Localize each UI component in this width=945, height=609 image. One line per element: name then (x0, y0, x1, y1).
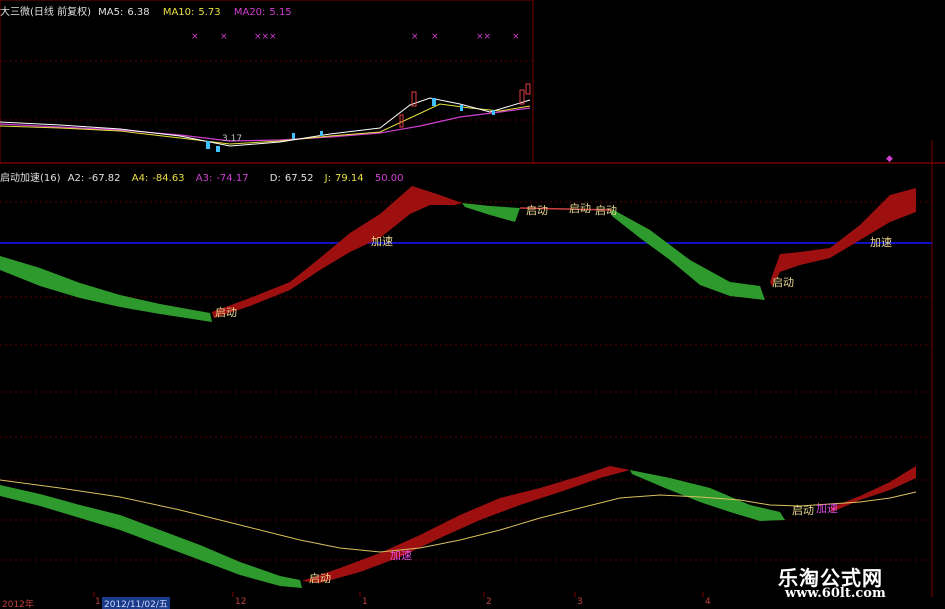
signal-mark: × (220, 32, 228, 42)
signal-mark: ◆ (886, 154, 893, 164)
ribbon-bull-segment (770, 188, 916, 286)
d-value: 67.52 (284, 173, 314, 184)
candle (460, 105, 463, 111)
time-axis-label: 3 (577, 597, 583, 607)
signal-mark: × (431, 32, 439, 42)
ribbon-bull-segment (212, 186, 462, 318)
indicator-name: 启动加速(16) (0, 173, 61, 184)
time-axis-label: 1 (362, 597, 368, 607)
price-marker: 3.17 (222, 134, 242, 144)
candle (399, 114, 404, 128)
chart-canvas[interactable]: × × ××× × × ×× × ◆ 3.17 启动 加速 启动 启动 启动 启… (0, 0, 945, 609)
j-label: J: (324, 173, 331, 184)
start-label-3: 启动 (569, 202, 591, 215)
level-value: 50.00 (374, 173, 404, 184)
main-panel-frame (0, 0, 534, 164)
start-label-2: 启动 (526, 204, 548, 217)
time-axis-label: 2012年 (2, 600, 34, 609)
ma5-value: 6.38 (127, 7, 150, 18)
ma10-line (0, 103, 531, 145)
candle (525, 83, 531, 95)
ma10-value: 5.73 (198, 7, 221, 18)
time-cursor-label: 2012/11/02/五 (102, 597, 170, 609)
signal-mark: ×× (476, 32, 491, 42)
signal-mark: ××× (254, 32, 277, 42)
a4-label: A4: (131, 173, 149, 184)
start-label-1: 启动 (215, 306, 237, 319)
a2-label: A2: (67, 173, 85, 184)
watermark-url: www.60lt.com (785, 586, 886, 601)
ribbon-bear-segment (0, 256, 212, 322)
a3-label: A3: (195, 173, 213, 184)
upper-ribbon (0, 186, 916, 322)
candle (320, 131, 323, 136)
candle (292, 133, 295, 139)
time-axis-label: 4 (705, 597, 711, 607)
accelerate-label-3: 加速 (390, 549, 412, 562)
accelerate-label-1: 加速 (371, 235, 393, 248)
time-axis-label: 12 (235, 597, 247, 607)
start-label-4: 启动 (595, 204, 617, 217)
signal-mark: × (411, 32, 419, 42)
main-header: 大三微(日线 前复权) MA5: 6.38 MA10: 5.73 MA20: 5.15 (0, 3, 296, 18)
time-axis-label: 1 (95, 597, 101, 607)
signal-mark: × (191, 32, 199, 42)
ma20-line (0, 107, 531, 142)
ma20-value: 5.15 (269, 7, 292, 18)
ribbon-bear-segment (462, 203, 520, 222)
accelerate-label-2: 加速 (870, 236, 892, 249)
grid-lines (0, 60, 932, 561)
candles (206, 83, 531, 152)
a3-value: -74.17 (216, 173, 249, 184)
time-axis-label: 2 (486, 597, 492, 607)
a4-value: -84.63 (152, 173, 185, 184)
ribbon-bear-segment (0, 485, 302, 588)
indicator-header: 启动加速(16) A2: -67.82 A4: -84.63 A3: -74.17 D… (0, 169, 407, 184)
start-label-5: 启动 (772, 276, 794, 289)
candle (216, 146, 220, 152)
signal-mark: × (512, 32, 520, 42)
candle (206, 141, 210, 149)
start-label-6: 启动 (309, 572, 331, 585)
stock-chart-window: × × ××× × × ×× × ◆ 3.17 启动 加速 启动 启动 启动 启… (0, 0, 945, 609)
ribbon-bear-segment (610, 208, 765, 300)
ma5-label: MA5: (98, 7, 124, 18)
candle (492, 110, 495, 115)
accelerate-label-4: 加速 (816, 502, 838, 515)
candle (432, 98, 436, 106)
j-value: 79.14 (335, 173, 364, 184)
a2-value: -67.82 (88, 173, 121, 184)
ribbon-bull-segment (830, 466, 916, 512)
ma10-label: MA10: (162, 7, 195, 18)
main-title: 大三微(日线 前复权) (0, 7, 91, 18)
ribbon-bull-segment (302, 466, 630, 583)
ma20-label: MA20: (233, 7, 266, 18)
start-label-7: 启动 (792, 504, 814, 517)
signal-marks: × × ××× × × ×× × ◆ (191, 32, 893, 164)
d-label: D: (269, 173, 281, 184)
